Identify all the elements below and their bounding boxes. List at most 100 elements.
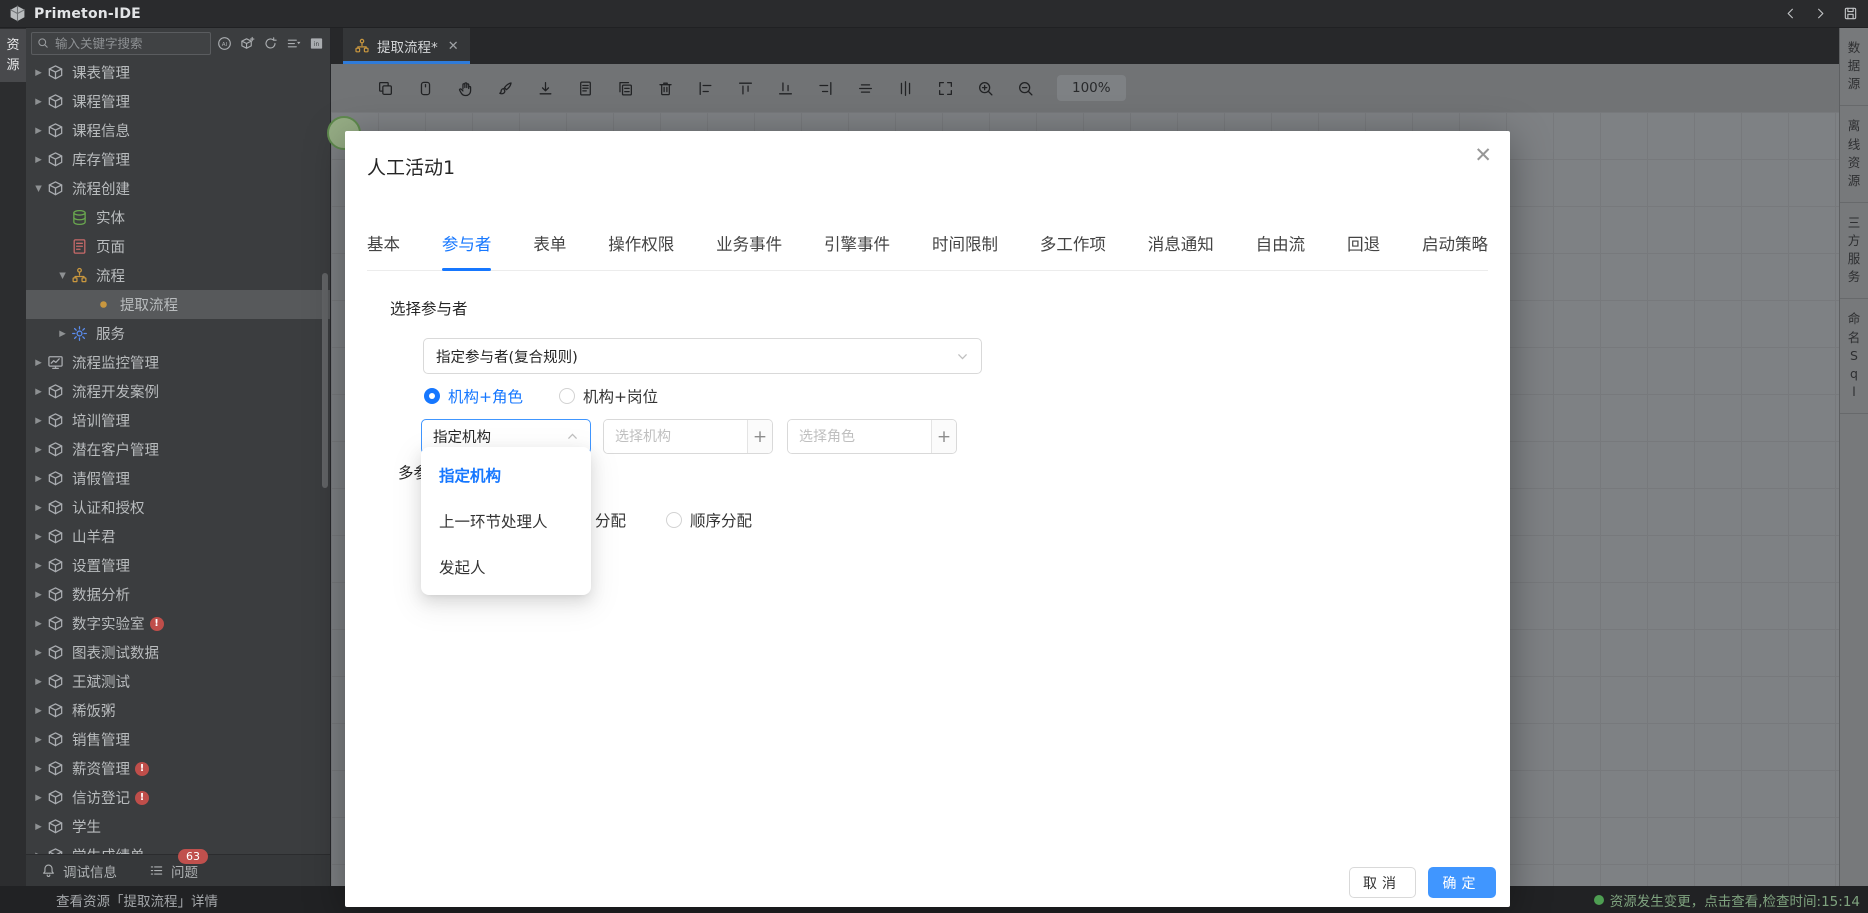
participant-type-select[interactable]: 指定参与者(复合规则) — [423, 338, 982, 374]
fit-screen-icon[interactable] — [937, 80, 954, 97]
tree-item[interactable]: ▶学生 — [26, 812, 330, 841]
ok-button[interactable]: 确定 — [1428, 867, 1496, 898]
files-icon[interactable] — [617, 80, 634, 97]
align-bottom-icon[interactable] — [777, 80, 794, 97]
brush-icon[interactable] — [497, 80, 514, 97]
tree-item[interactable]: ▶服务 — [26, 319, 330, 348]
right-panel-tab[interactable]: 命名Sql — [1840, 299, 1868, 414]
tree-expand-arrow-icon[interactable]: ▶ — [30, 706, 47, 716]
tree-expand-arrow-icon[interactable]: ▶ — [30, 648, 47, 658]
tree-item[interactable]: ▶销售管理 — [26, 725, 330, 754]
tree-item[interactable]: ▶培训管理 — [26, 406, 330, 435]
tree-item[interactable]: ▶库存管理 — [26, 145, 330, 174]
right-panel-tab[interactable]: 离线资源 — [1840, 106, 1868, 203]
tab-close-icon[interactable]: ✕ — [448, 39, 459, 54]
tree-item[interactable]: ▶王斌测试 — [26, 667, 330, 696]
tree-expand-arrow-icon[interactable]: ▶ — [30, 68, 47, 78]
tree-expand-arrow-icon[interactable]: ▶ — [30, 445, 47, 455]
tree-collapse-arrow-icon[interactable]: ▼ — [54, 271, 71, 281]
tree-expand-arrow-icon[interactable]: ▶ — [30, 619, 47, 629]
tree-expand-arrow-icon[interactable]: ▶ — [30, 532, 47, 542]
right-panel-tab[interactable]: 数据源 — [1840, 28, 1868, 106]
tree-item[interactable]: ▶信访登记! — [26, 783, 330, 812]
tree-expand-arrow-icon[interactable]: ▶ — [30, 358, 47, 368]
tree-item[interactable]: ▶薪资管理! — [26, 754, 330, 783]
import-icon[interactable]: in — [309, 36, 324, 51]
copy-icon[interactable] — [377, 80, 394, 97]
tree-item[interactable]: ▼流程创建 — [26, 174, 330, 203]
zoom-out-icon[interactable] — [1017, 80, 1034, 97]
align-right-icon[interactable] — [817, 80, 834, 97]
sequence-radio[interactable] — [666, 512, 682, 528]
tree-item[interactable]: ▶数字实验室! — [26, 609, 330, 638]
hand-icon[interactable] — [457, 80, 474, 97]
tree-expand-arrow-icon[interactable]: ▶ — [30, 735, 47, 745]
zoom-level[interactable]: 100% — [1057, 75, 1126, 101]
tree-expand-arrow-icon[interactable]: ▶ — [54, 329, 71, 339]
dropdown-option[interactable]: 上一环节处理人 — [421, 498, 591, 544]
tree-item[interactable]: ▶课表管理 — [26, 58, 330, 87]
trash-icon[interactable] — [657, 80, 674, 97]
search-input[interactable] — [53, 35, 205, 52]
dialog-tab[interactable]: 基本 — [367, 231, 400, 270]
footer-item-debug[interactable]: 调试信息 — [41, 861, 117, 881]
dropdown-option[interactable]: 发起人 — [421, 544, 591, 590]
center-horizontal-icon[interactable] — [857, 80, 874, 97]
dialog-tab[interactable]: 操作权限 — [608, 231, 674, 270]
dialog-tab[interactable]: 消息通知 — [1148, 231, 1214, 270]
role-add-button[interactable]: + — [931, 420, 956, 453]
tree-item[interactable]: 提取流程 — [26, 290, 330, 319]
tree-expand-arrow-icon[interactable]: ▶ — [30, 503, 47, 513]
tree-expand-arrow-icon[interactable]: ▶ — [30, 822, 47, 832]
tree-item[interactable]: ▶山羊君 — [26, 522, 330, 551]
refresh-icon[interactable] — [263, 36, 278, 51]
tree-item[interactable]: 页面 — [26, 232, 330, 261]
right-panel-tab[interactable]: 三方服务 — [1840, 203, 1868, 300]
org-input[interactable] — [604, 420, 747, 453]
role-input[interactable] — [788, 420, 931, 453]
save-icon[interactable] — [1843, 6, 1858, 21]
tree-item[interactable]: 实体 — [26, 203, 330, 232]
tree-item[interactable]: ▶流程开发案例 — [26, 377, 330, 406]
dialog-tab[interactable]: 启动策略 — [1422, 231, 1488, 270]
status-resource-change[interactable]: 资源发生变更，点击查看,检查时间:15:14 — [1594, 890, 1860, 910]
download-icon[interactable] — [537, 80, 554, 97]
tree-collapse-arrow-icon[interactable]: ▼ — [30, 184, 47, 194]
dialog-tab[interactable]: 业务事件 — [716, 231, 782, 270]
tree-item[interactable]: ▶稀饭粥 — [26, 696, 330, 725]
activity-tab-resources[interactable]: 资源 — [0, 29, 26, 82]
tree-expand-arrow-icon[interactable]: ▶ — [30, 155, 47, 165]
ai-icon[interactable]: AI — [217, 36, 232, 51]
tree-expand-arrow-icon[interactable]: ▶ — [30, 677, 47, 687]
cancel-button[interactable]: 取消 — [1349, 867, 1416, 898]
tree-item[interactable]: ▶潜在客户管理 — [26, 435, 330, 464]
editor-tab-active[interactable]: 提取流程* ✕ — [343, 28, 470, 64]
align-left-icon[interactable] — [697, 80, 714, 97]
tree-expand-arrow-icon[interactable]: ▶ — [30, 416, 47, 426]
tree-item[interactable]: ▶数据分析 — [26, 580, 330, 609]
sidebar-scrollbar[interactable] — [322, 273, 328, 488]
align-top-icon[interactable] — [737, 80, 754, 97]
new-model-icon[interactable] — [240, 36, 255, 51]
tree-expand-arrow-icon[interactable]: ▶ — [30, 561, 47, 571]
clipboard-icon[interactable] — [417, 80, 434, 97]
nav-back-icon[interactable] — [1783, 6, 1798, 21]
tree-expand-arrow-icon[interactable]: ▶ — [30, 126, 47, 136]
dialog-tab[interactable]: 引擎事件 — [824, 231, 890, 270]
tree-item[interactable]: ▶流程监控管理 — [26, 348, 330, 377]
tree-expand-arrow-icon[interactable]: ▶ — [30, 97, 47, 107]
mode-radio-option[interactable]: 机构+岗位 — [559, 385, 658, 407]
distribute-vertical-icon[interactable] — [897, 80, 914, 97]
tree-expand-arrow-icon[interactable]: ▶ — [30, 474, 47, 484]
dialog-tab[interactable]: 时间限制 — [932, 231, 998, 270]
tree-expand-arrow-icon[interactable]: ▶ — [30, 590, 47, 600]
tree-expand-arrow-icon[interactable]: ▶ — [30, 793, 47, 803]
dialog-close-icon[interactable]: ✕ — [1474, 145, 1492, 166]
dialog-tab[interactable]: 回退 — [1347, 231, 1380, 270]
org-add-button[interactable]: + — [747, 420, 772, 453]
sequence-radio-label[interactable]: 顺序分配 — [690, 509, 752, 531]
sort-icon[interactable] — [286, 36, 301, 51]
tree-item[interactable]: ▶认证和授权 — [26, 493, 330, 522]
dialog-tab[interactable]: 多工作项 — [1040, 231, 1106, 270]
dialog-tab[interactable]: 自由流 — [1256, 231, 1306, 270]
